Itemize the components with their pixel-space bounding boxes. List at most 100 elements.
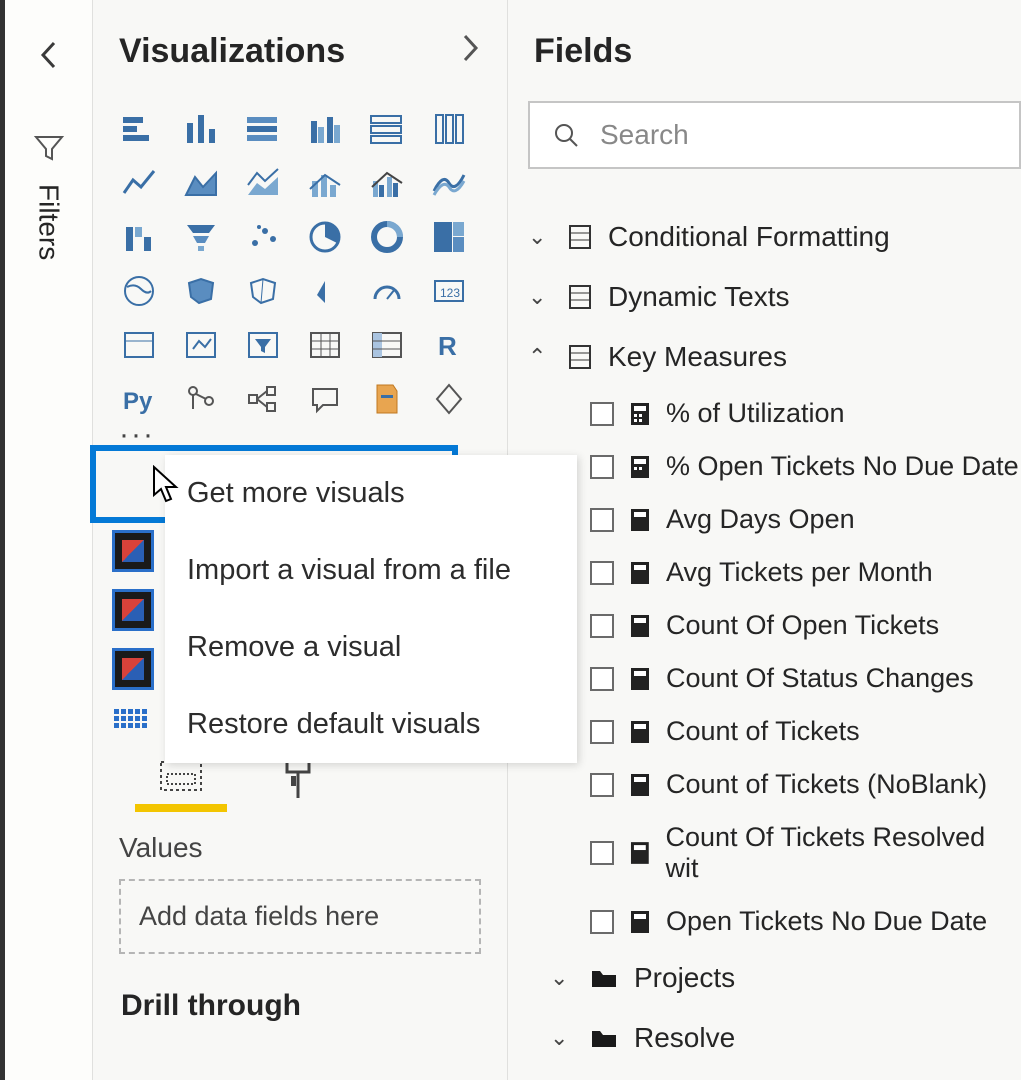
values-drop-area[interactable]: Add data fields here [119,879,481,954]
field-avg-days-open[interactable]: Avg Days Open [528,493,1021,546]
field-label: Count of Tickets [666,716,860,747]
shape-map-icon[interactable] [243,271,283,311]
multi-row-card-icon[interactable] [119,325,159,365]
measure-icon [629,401,651,427]
r-script-visual-icon[interactable]: R [429,325,469,365]
field-count-tickets-resolved[interactable]: Count Of Tickets Resolved wit [528,811,1021,895]
stacked-column-chart-icon[interactable] [243,109,283,149]
checkbox[interactable] [590,841,614,865]
fields-tab[interactable] [135,756,227,812]
checkbox[interactable] [590,614,614,638]
measure-icon [629,507,651,533]
checkbox[interactable] [590,402,614,426]
table-dynamic-texts[interactable]: ⌄ Dynamic Texts [528,267,1021,327]
scatter-chart-icon[interactable] [243,217,283,257]
chevron-down-icon: ⌄ [550,965,574,991]
custom-visuals-column [112,530,154,745]
table-conditional-formatting[interactable]: ⌄ Conditional Formatting [528,207,1021,267]
field-label: Count of Tickets (NoBlank) [666,769,987,800]
svg-text:123: 123 [440,286,460,300]
custom-visual-1[interactable] [112,530,154,572]
filled-map-icon[interactable] [181,271,221,311]
kpi-icon[interactable] [367,271,407,311]
line-chart-icon[interactable] [119,163,159,203]
menu-remove-visual[interactable]: Remove a visual [165,609,577,686]
checkbox[interactable] [590,720,614,744]
checkbox[interactable] [590,773,614,797]
format-tab[interactable] [279,756,323,812]
field-count-status-changes[interactable]: Count Of Status Changes [528,652,1021,705]
filters-panel-label[interactable]: Filters [33,184,65,260]
field-avg-tickets-per-month[interactable]: Avg Tickets per Month [528,546,1021,599]
line-stacked-column-icon[interactable] [305,163,345,203]
measure-icon [629,772,651,798]
values-field-well: Values Add data fields here [93,812,507,954]
filter-funnel-icon[interactable] [33,132,65,169]
measure-icon [629,666,651,692]
slicer-icon[interactable] [243,325,283,365]
pie-chart-icon[interactable] [305,217,345,257]
table-resolve[interactable]: ⌄ Resolve [528,1008,1021,1068]
clustered-bar-chart-icon[interactable] [181,109,221,149]
ellipsis-icon[interactable]: ··· [119,429,155,441]
drill-through-label: Drill through [93,954,507,1023]
checkbox[interactable] [590,508,614,532]
custom-visual-grid[interactable] [112,707,154,745]
checkbox[interactable] [590,561,614,585]
menu-get-more-visuals[interactable]: Get more visuals [165,455,577,532]
checkbox[interactable] [590,667,614,691]
line-clustered-column-icon[interactable] [367,163,407,203]
fields-tree: ⌄ Conditional Formatting ⌄ Dynamic Texts… [508,169,1021,1068]
area-chart-icon[interactable] [181,163,221,203]
hundred-stacked-column-icon[interactable] [429,109,469,149]
matrix-icon[interactable] [367,325,407,365]
custom-visual-3[interactable] [112,648,154,690]
stacked-area-chart-icon[interactable] [243,163,283,203]
card-icon[interactable]: 123 [429,271,469,311]
table-icon [568,344,592,370]
power-apps-icon[interactable] [429,379,469,419]
funnel-chart-icon[interactable] [181,217,221,257]
table-icon[interactable] [305,325,345,365]
waterfall-chart-icon[interactable] [119,217,159,257]
donut-chart-icon[interactable] [367,217,407,257]
hundred-stacked-bar-icon[interactable] [367,109,407,149]
stacked-bar-chart-icon[interactable] [119,109,159,149]
folder-icon [590,1027,618,1049]
fields-search-input[interactable] [600,119,997,151]
fields-search-box[interactable] [528,101,1021,169]
field-count-of-tickets[interactable]: Count of Tickets [528,705,1021,758]
table-key-measures[interactable]: ⌃ Key Measures [528,327,1021,387]
map-icon[interactable] [119,271,159,311]
field-count-tickets-noblank[interactable]: Count of Tickets (NoBlank) [528,758,1021,811]
kpi-visual-icon[interactable] [181,325,221,365]
ribbon-chart-icon[interactable] [429,163,469,203]
more-visuals-row[interactable]: ··· [93,429,507,441]
field-label: % Open Tickets No Due Date [666,451,1019,482]
chevron-down-icon: ⌄ [550,1025,574,1051]
field-open-tickets-no-due[interactable]: Open Tickets No Due Date [528,895,1021,948]
qa-visual-icon[interactable] [305,379,345,419]
visualizations-title: Visualizations [119,32,345,71]
field-pct-open-tickets-no-due[interactable]: % Open Tickets No Due Date [528,440,1021,493]
table-projects[interactable]: ⌄ Projects [528,948,1021,1008]
collapse-arrow-right-icon[interactable] [459,33,481,70]
collapse-arrow-left-icon[interactable] [38,40,60,77]
measure-icon [629,560,651,586]
decomposition-tree-icon[interactable] [243,379,283,419]
treemap-chart-icon[interactable] [429,217,469,257]
measure-icon [629,454,651,480]
checkbox[interactable] [590,455,614,479]
gauge-icon[interactable] [305,271,345,311]
python-visual-icon[interactable]: Py [119,379,159,419]
field-count-open-tickets[interactable]: Count Of Open Tickets [528,599,1021,652]
field-pct-utilization[interactable]: % of Utilization [528,387,1021,440]
custom-visual-2[interactable] [112,589,154,631]
checkbox[interactable] [590,910,614,934]
menu-restore-default-visuals[interactable]: Restore default visuals [165,686,577,763]
clustered-column-chart-icon[interactable] [305,109,345,149]
paginated-report-icon[interactable] [367,379,407,419]
field-label: Open Tickets No Due Date [666,906,987,937]
menu-import-visual-file[interactable]: Import a visual from a file [165,532,577,609]
key-influencers-icon[interactable] [181,379,221,419]
